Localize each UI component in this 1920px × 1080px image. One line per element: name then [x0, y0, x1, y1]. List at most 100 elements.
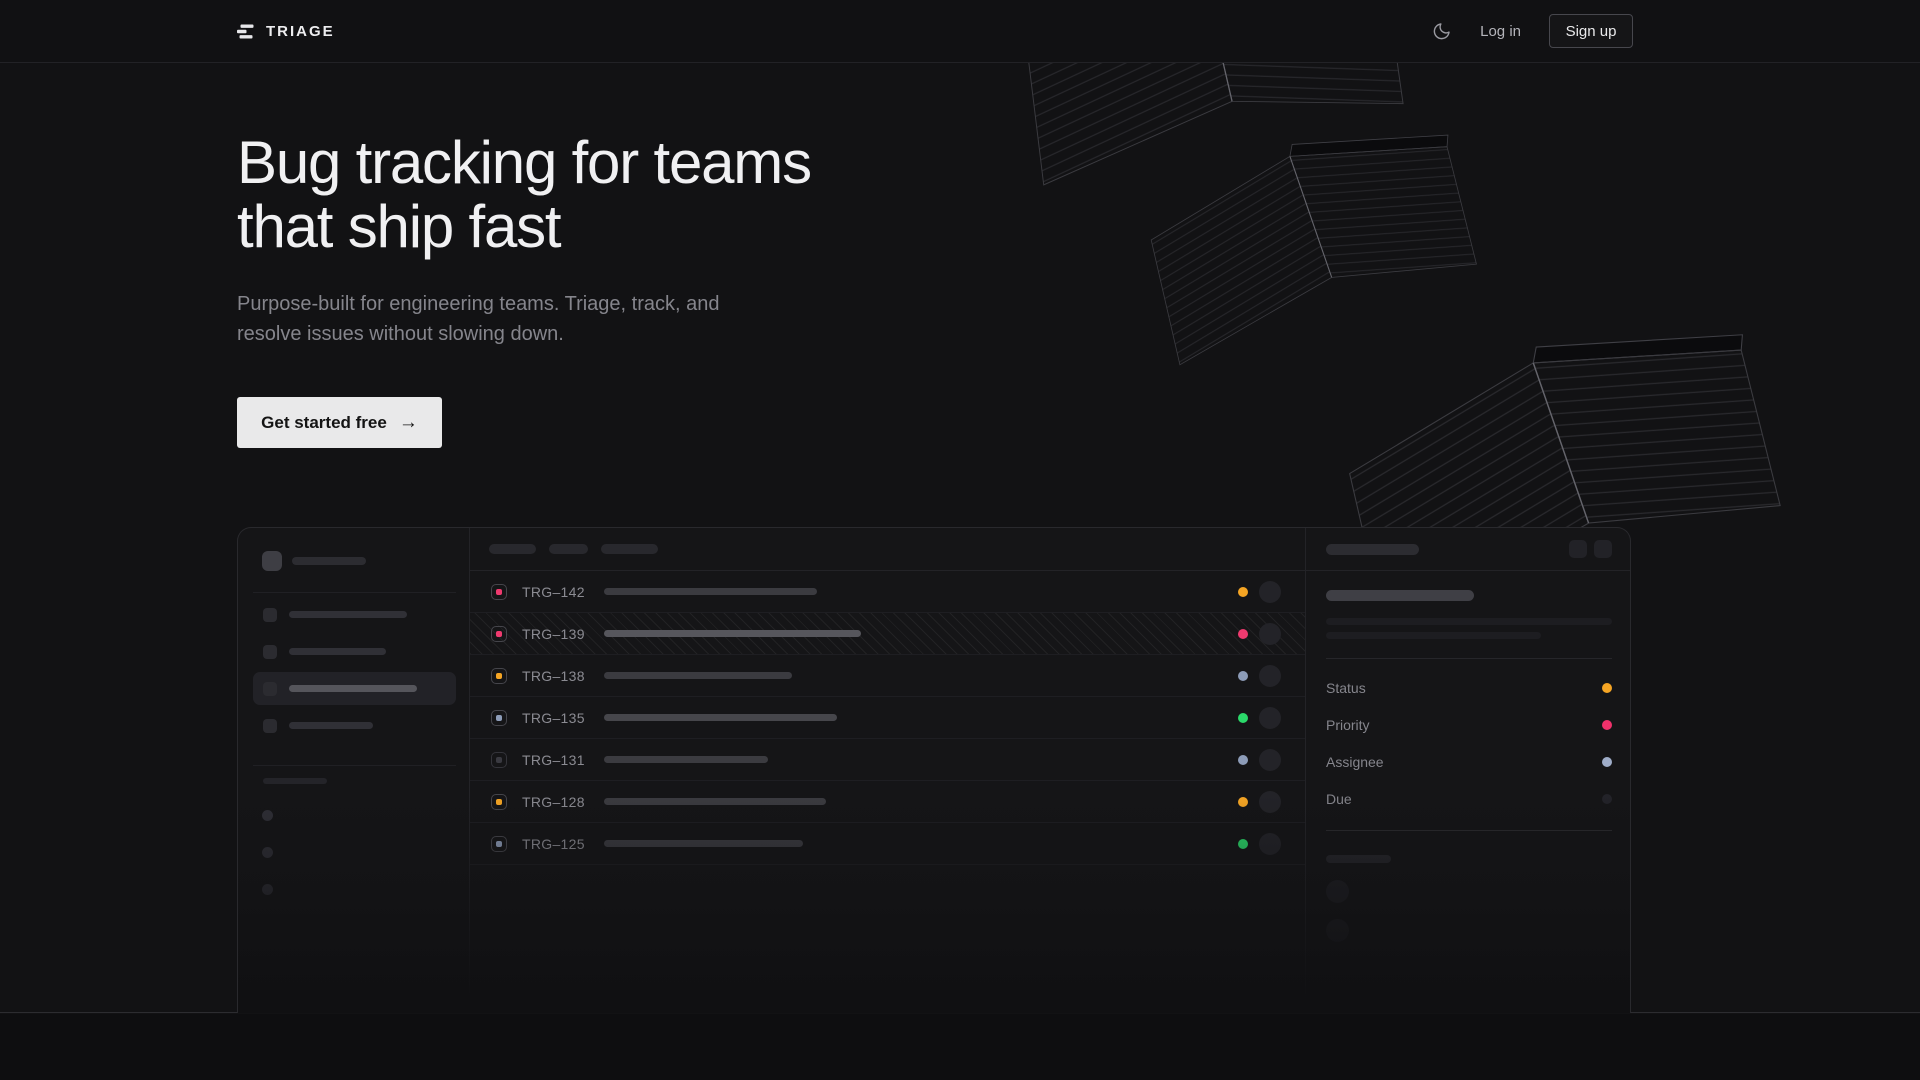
field-label: Assignee [1326, 754, 1384, 770]
brand[interactable]: TRIAGE [237, 23, 335, 40]
priority-value-dot [1602, 720, 1612, 730]
sidebar-item-icon [263, 608, 277, 622]
issue-type-icon [491, 626, 507, 642]
preview-sidebar [238, 528, 470, 1013]
detail-action-button[interactable] [1569, 540, 1587, 558]
status-dot [1238, 713, 1248, 723]
issue-id: TRG–128 [522, 794, 590, 810]
field-label: Due [1326, 791, 1352, 807]
issue-type-icon [491, 752, 507, 768]
issue-id: TRG–135 [522, 710, 590, 726]
status-dot [1238, 755, 1248, 765]
detail-field-assignee[interactable]: Assignee [1326, 743, 1612, 780]
assignee-avatar [1259, 833, 1281, 855]
hero-headline: Bug tracking for teams that ship fast [237, 131, 811, 259]
detail-title-bar [1326, 590, 1474, 601]
placeholder-bar [263, 778, 327, 784]
issue-title-bar [604, 672, 792, 679]
landing-page: TRIAGE Log in Sign up [0, 0, 1920, 1080]
placeholder-bar [1326, 855, 1391, 863]
divider [1326, 830, 1612, 831]
status-dot [1238, 587, 1248, 597]
detail-field-due[interactable]: Due [1326, 780, 1612, 817]
workspace-switcher[interactable] [238, 528, 469, 571]
sidebar-item[interactable] [253, 633, 456, 670]
sidebar-dot [262, 810, 273, 821]
placeholder-tab[interactable] [549, 544, 588, 554]
sidebar-dot [262, 884, 273, 895]
due-value-dot [1602, 794, 1612, 804]
sidebar-item-active[interactable] [253, 672, 456, 705]
arrow-right-icon: → [399, 412, 418, 434]
detail-field-priority[interactable]: Priority [1326, 706, 1612, 743]
signup-button[interactable]: Sign up [1549, 14, 1633, 48]
field-label: Priority [1326, 717, 1370, 733]
issue-list: TRG–142 TRG–139 TRG–138 [470, 528, 1306, 1013]
issue-row[interactable]: TRG–125 [470, 823, 1305, 865]
status-dot [1238, 839, 1248, 849]
moon-icon [1432, 21, 1452, 41]
status-dot [1238, 629, 1248, 639]
placeholder-bar [289, 648, 386, 655]
issue-title-bar [604, 756, 768, 763]
placeholder-bar [289, 722, 373, 729]
brand-name: TRIAGE [266, 23, 335, 40]
assignee-avatar [1259, 707, 1281, 729]
issue-title-bar [604, 588, 817, 595]
placeholder-bar [1326, 618, 1612, 625]
issue-title-bar [604, 840, 803, 847]
detail-action-button[interactable] [1594, 540, 1612, 558]
field-label: Status [1326, 680, 1366, 696]
issue-list-header [470, 528, 1305, 571]
workspace-avatar [262, 551, 282, 571]
assignee-avatar [1259, 581, 1281, 603]
issue-title-bar [604, 798, 826, 805]
placeholder-bar [289, 685, 417, 692]
get-started-label: Get started free [261, 413, 387, 433]
status-dot [1238, 671, 1248, 681]
status-value-dot [1602, 683, 1612, 693]
issue-row[interactable]: TRG–128 [470, 781, 1305, 823]
assignee-avatar [1259, 665, 1281, 687]
issue-title-bar [604, 630, 861, 637]
issue-type-icon [491, 836, 507, 852]
issue-type-icon [491, 794, 507, 810]
issue-title-bar [604, 714, 837, 721]
issue-row[interactable]: TRG–135 [470, 697, 1305, 739]
placeholder-tab[interactable] [601, 544, 658, 554]
divider [253, 765, 456, 766]
app-preview-panel: TRG–142 TRG–139 TRG–138 [237, 527, 1631, 1013]
issue-row[interactable]: TRG–142 [470, 571, 1305, 613]
assignee-avatar [1259, 623, 1281, 645]
issue-type-icon [491, 710, 507, 726]
placeholder-tab[interactable] [489, 544, 536, 554]
headline-line-1: Bug tracking for teams [237, 131, 811, 195]
hero-subtitle: Purpose-built for engineering teams. Tri… [237, 289, 737, 349]
detail-field-status[interactable]: Status [1326, 669, 1612, 706]
sidebar-item-icon [263, 719, 277, 733]
theme-toggle-button[interactable] [1432, 21, 1452, 41]
issue-row[interactable]: TRG–138 [470, 655, 1305, 697]
issue-type-icon [491, 584, 507, 600]
sidebar-item-icon [263, 645, 277, 659]
issue-id: TRG–139 [522, 626, 590, 642]
issue-detail-panel: Status Priority Assignee Due [1306, 528, 1631, 1013]
login-link[interactable]: Log in [1480, 23, 1521, 40]
get-started-button[interactable]: Get started free → [237, 397, 442, 448]
sidebar-item[interactable] [253, 596, 456, 633]
placeholder-bar [1326, 544, 1419, 555]
sidebar-item[interactable] [253, 707, 456, 744]
assignee-avatar [1259, 749, 1281, 771]
detail-header [1306, 528, 1631, 571]
issue-row-selected[interactable]: TRG–139 [470, 613, 1305, 655]
comment-avatar [1326, 919, 1349, 942]
triage-logo-icon [237, 24, 254, 39]
headline-line-2: that ship fast [237, 195, 811, 259]
issue-id: TRG–142 [522, 584, 590, 600]
issue-row[interactable]: TRG–131 [470, 739, 1305, 781]
comment-avatar [1326, 880, 1349, 903]
assignee-value-dot [1602, 757, 1612, 767]
footer-strip [0, 1014, 1920, 1080]
issue-id: TRG–131 [522, 752, 590, 768]
sidebar-item-icon [263, 682, 277, 696]
